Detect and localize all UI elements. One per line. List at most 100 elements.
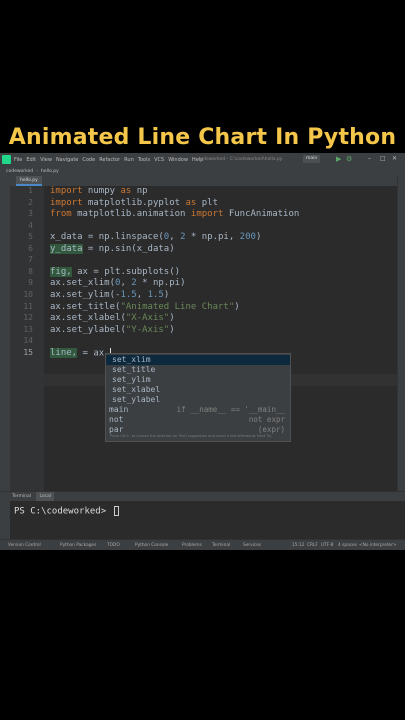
code-token: "Animated Line Chart"	[120, 301, 235, 312]
code-token: import	[50, 197, 83, 208]
tool-window-python-packages[interactable]: Python Packages	[60, 540, 96, 550]
menu-item-file[interactable]: File	[14, 157, 22, 163]
menu-item-tools[interactable]: Tools	[138, 157, 150, 163]
menu-item-view[interactable]: View	[40, 157, 52, 163]
code-token: matplotlib.animation	[71, 209, 191, 220]
code-line[interactable]: y_data = np.sin(x_data)	[50, 243, 175, 254]
completion-item-label: set_title	[112, 365, 156, 374]
completion-tip: Press Ctrl+. to choose the selected (or …	[110, 434, 272, 438]
status-item[interactable]: 4 spaces	[338, 540, 357, 550]
close-icon[interactable]: ✕	[392, 155, 397, 163]
completion-item[interactable]: set_title	[106, 365, 290, 375]
code-token: = np.sin(x_data)	[82, 243, 175, 254]
line-number: 14	[23, 336, 33, 346]
completion-item-label: set_xlabel	[112, 385, 161, 394]
code-editor[interactable]: import numpy as np import matplotlib.pypl…	[44, 186, 405, 491]
code-token: ,	[136, 289, 148, 300]
code-line[interactable]: ax.set_title("Animated Line Chart")	[50, 302, 240, 312]
code-line[interactable]: from matplotlib.animation import FuncAni…	[50, 209, 299, 219]
code-token: as	[120, 186, 132, 196]
code-token: ax.set_xlabel(	[50, 313, 126, 324]
tool-window-todo[interactable]: TODO	[107, 540, 120, 550]
completion-item[interactable]: main if __name__ == '__main__	[106, 405, 290, 415]
line-number: 15	[23, 347, 33, 357]
breadcrumb-project[interactable]: codeworked	[6, 169, 33, 174]
line-number: 6	[28, 243, 33, 253]
minimize-icon[interactable]: –	[368, 155, 371, 163]
completion-item-label: set_ylabel	[112, 395, 161, 404]
status-item[interactable]: CRLF	[307, 540, 318, 550]
line-number: 8	[28, 266, 33, 276]
tool-window-services[interactable]: Services	[243, 540, 261, 550]
code-line[interactable]: line, = ax.	[50, 347, 111, 359]
tab-hello-py[interactable]: hello.py	[16, 176, 42, 186]
video-banner: Animated Line Chart In Python	[0, 0, 405, 152]
maximize-icon[interactable]: □	[380, 155, 386, 163]
bottom-blank-area	[0, 550, 405, 720]
code-line[interactable]: ax.set_ylabel("Y-Axis")	[50, 325, 175, 335]
tool-window-problems[interactable]: Problems	[182, 540, 202, 550]
code-line[interactable]: ax.set_xlabel("X-Axis")	[50, 313, 175, 323]
completion-item[interactable]: set_xlabel	[106, 385, 290, 395]
menu-item-run[interactable]: Run	[124, 157, 134, 163]
code-line[interactable]: fig, ax = plt.subplots()	[50, 266, 180, 277]
debug-icon[interactable]: ⚙	[346, 155, 352, 163]
code-token: y_data	[50, 243, 83, 254]
code-line[interactable]: import numpy as np	[50, 186, 148, 196]
terminal-side-strip[interactable]	[0, 492, 10, 540]
window-title: codeworked - C:\codeworked\hello.py	[198, 157, 283, 162]
code-token: ax.set_xlim(	[50, 278, 116, 289]
code-token: matplotlib.pyplot	[82, 197, 186, 208]
menu-item-code[interactable]: Code	[82, 157, 95, 163]
code-token: 1.5	[147, 289, 164, 300]
line-number: 12	[23, 313, 33, 323]
menu-item-refactor[interactable]: Refactor	[99, 157, 120, 163]
status-item[interactable]: UTF-8	[321, 540, 334, 550]
terminal-prompt-text: PS C:\codeworked>	[14, 506, 112, 517]
code-token: x_data = np.linspace(	[50, 232, 164, 243]
menu-item-navigate[interactable]: Navigate	[56, 157, 78, 163]
code-line[interactable]: ax.set_ylim(-1.5, 1.5)	[50, 290, 169, 300]
completion-popup[interactable]: set_xlim set_title set_ylim set_xlabel set_y…	[105, 353, 291, 442]
completion-item[interactable]: set_ylim	[106, 375, 290, 385]
code-token: ax.set_ylim(-	[50, 289, 121, 300]
completion-item[interactable]: set_ylabel	[106, 395, 290, 405]
code-line[interactable]: x_data = np.linspace(0, 2 * np.pi, 200)	[50, 232, 261, 242]
code-token: ,	[169, 232, 181, 243]
completion-item-hint: not expr	[248, 415, 285, 424]
right-tool-strip[interactable]	[397, 176, 405, 536]
run-icon[interactable]: ▶	[336, 155, 341, 163]
run-config-select[interactable]: main	[303, 155, 321, 163]
code-token: * np.pi,	[185, 232, 240, 243]
completion-item-label: not	[109, 415, 124, 424]
terminal-prompt[interactable]: PS C:\codeworked>	[14, 506, 119, 517]
tool-window-python-console[interactable]: Python Console	[135, 540, 168, 550]
line-number: 3	[28, 209, 33, 219]
code-token: import	[50, 186, 83, 196]
code-line[interactable]: ax.set_xlim(0, 2 * np.pi)	[50, 278, 186, 288]
completion-item-label: main	[109, 405, 129, 414]
code-token: fig,	[50, 266, 72, 277]
terminal-tab-local[interactable]: Local	[36, 492, 55, 501]
line-number: 10	[23, 289, 33, 299]
terminal-label: Terminal	[12, 494, 32, 499]
status-item[interactable]: <No interpreter>	[359, 540, 397, 550]
tool-window-version-control[interactable]: Version Control	[8, 540, 41, 550]
line-number-gutter: 1 2 3 4 5 6 7 8 9 10 11 12 13 14 15	[10, 186, 44, 491]
completion-item[interactable]: not not expr	[106, 415, 290, 425]
code-token: )	[163, 289, 170, 300]
breadcrumb-file[interactable]: hello.py	[41, 169, 59, 174]
terminal-header: Terminal Local	[10, 492, 405, 501]
menu-item-vcs[interactable]: VCS	[154, 157, 164, 163]
pycharm-logo-icon	[2, 155, 11, 164]
menu-items: File Edit View Navigate Code Refactor Run Tools…	[14, 157, 207, 163]
completion-item[interactable]: set_xlim	[106, 355, 290, 365]
status-item[interactable]: 15:12	[292, 540, 304, 550]
menu-item-window[interactable]: Window	[168, 157, 188, 163]
terminal-cursor	[113, 506, 119, 516]
menu-item-edit[interactable]: Edit	[26, 157, 36, 163]
code-line[interactable]: import matplotlib.pyplot as plt	[50, 198, 218, 208]
status-bar: Version Control Python Packages TODO Python…	[0, 539, 405, 550]
tool-window-terminal[interactable]: Terminal	[212, 540, 230, 550]
code-token: "Y-Axis"	[125, 324, 170, 335]
